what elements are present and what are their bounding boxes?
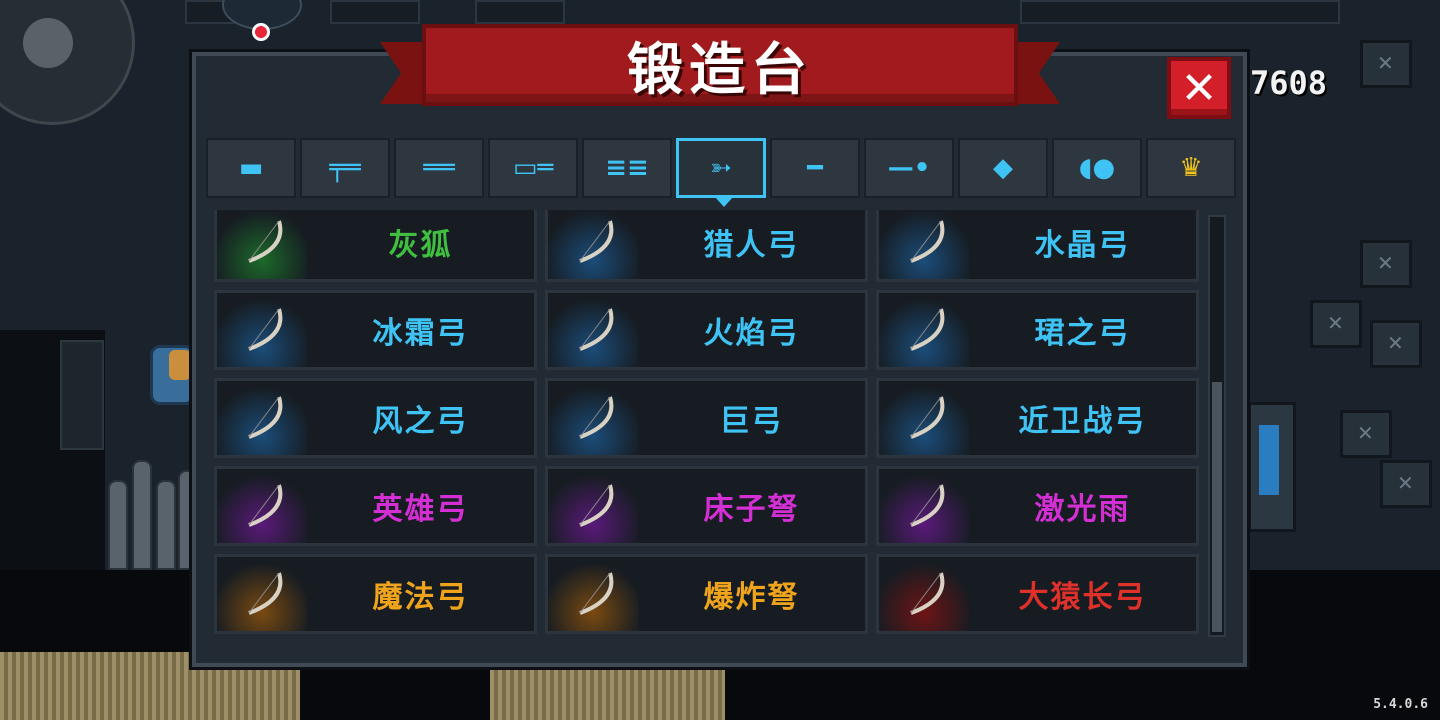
weapon-name: 火焰弓 [703,316,800,351]
gem-count: 7608 [1250,64,1328,102]
bow-icon [248,484,283,527]
close-icon: ✕ [1180,62,1218,114]
weapon-item[interactable]: 风之弓 [214,378,537,458]
tab-bow[interactable]: ➳ [676,138,766,207]
tab-laser[interactable]: ≡≡ [582,138,672,198]
wall-object [1020,0,1340,24]
weapon-name: 水晶弓 [1034,228,1131,263]
tab-spear[interactable]: —• [864,138,954,198]
gas-tanks [108,410,198,570]
pistol-icon: ▬ [238,153,264,183]
weapon-item[interactable]: 巨弓 [545,378,868,458]
bow-icon [910,572,945,615]
bow-icon [910,396,945,439]
weapon-name: 激光雨 [1034,492,1131,527]
banner-body: 锻造台 [422,24,1018,106]
bow-icon [579,308,614,351]
weapon-name: 床子弩 [703,492,800,527]
weapon-name: 魔法弓 [372,580,469,615]
tab-crown[interactable]: ♛ [1146,138,1236,198]
wall-object [330,0,420,24]
tab-launcher[interactable]: ▭═ [488,138,578,198]
scrollbar-thumb[interactable] [1212,382,1222,632]
wall-panel [60,340,104,450]
bow-icon [579,484,614,527]
tab-assault-rifle[interactable]: ╤═ [300,138,390,198]
bow-icon [248,308,283,351]
bow-icon [910,220,945,263]
weapon-item[interactable]: 灰狐 [214,210,537,282]
weapon-item[interactable]: 冰霜弓 [214,290,537,370]
weapon-item[interactable]: 床子弩 [545,466,868,546]
bow-icon [248,220,283,263]
weapon-name: 近卫战弓 [1018,404,1147,439]
notification-dot [252,23,270,41]
left-wall [0,330,105,570]
spear-icon: —• [887,153,931,183]
bow-icon [579,220,614,263]
weapon-item[interactable]: 猎人弓 [545,210,868,282]
tab-pistol[interactable]: ▬ [206,138,296,198]
weapon-item[interactable]: 珺之弓 [876,290,1199,370]
bow-icon [910,308,945,351]
bow-icon [248,572,283,615]
weapon-item[interactable]: 近卫战弓 [876,378,1199,458]
assault-rifle-icon: ╤═ [329,153,361,183]
weapon-item[interactable]: 激光雨 [876,466,1199,546]
weapon-name: 风之弓 [372,404,469,439]
bow-icon [579,572,614,615]
weapon-item[interactable]: 爆炸弩 [545,554,868,634]
bow-icon [579,396,614,439]
weapon-item[interactable]: 水晶弓 [876,210,1199,282]
weapon-name: 巨弓 [719,404,784,439]
weapon-name: 爆炸弩 [703,580,800,615]
version-label: 5.4.0.6 [1373,697,1428,712]
weapon-name: 大猿长弓 [1018,580,1147,615]
vending-machine [1248,402,1296,532]
bow-icon: ➳ [710,153,732,183]
wall-object [475,0,565,24]
shotgun-icon: ══ [423,153,455,183]
tab-shuriken[interactable]: ◆ [958,138,1048,198]
tab-shotgun[interactable]: ══ [394,138,484,198]
title-banner: 锻造台 [380,24,1060,118]
weapon-item[interactable]: 英雄弓 [214,466,537,546]
scrollbar[interactable] [1208,215,1226,637]
bow-icon [910,484,945,527]
fish-icon: ◖● [1078,153,1116,183]
virtual-joystick[interactable] [0,0,135,125]
weapon-name: 冰霜弓 [372,316,469,351]
joystick-knob[interactable] [23,18,73,68]
weapon-item[interactable]: 大猿长弓 [876,554,1199,634]
close-button[interactable]: ✕ [1167,57,1231,119]
player-character [150,345,195,405]
weapon-list[interactable]: 灰狐 猎人弓 水晶弓冰霜弓 火焰弓 珺之弓风之弓 巨弓 近卫战弓英雄弓 床子弩 激光雨魔法弓 爆炸… [206,210,1206,640]
tab-sword[interactable]: ━ [770,138,860,198]
launcher-icon: ▭═ [512,153,554,183]
crate-stack [1300,40,1440,560]
laser-icon: ≡≡ [605,153,649,183]
bow-icon [248,396,283,439]
sword-icon: ━ [807,153,823,183]
crown-icon: ♛ [1179,153,1203,183]
weapon-item[interactable]: 魔法弓 [214,554,537,634]
weapon-name: 猎人弓 [703,228,800,263]
shuriken-icon: ◆ [993,153,1013,183]
weapon-item[interactable]: 火焰弓 [545,290,868,370]
weapon-name: 英雄弓 [372,492,469,527]
weapon-name: 珺之弓 [1034,316,1131,351]
page-title: 锻造台 [627,37,813,103]
weapon-name: 灰狐 [388,228,453,263]
weapon-category-tabs: ▬ ╤═ ══ ▭═ ≡≡ ➳ ━ —• ◆ ◖● ♛ [206,138,1236,207]
tab-fish[interactable]: ◖● [1052,138,1142,198]
